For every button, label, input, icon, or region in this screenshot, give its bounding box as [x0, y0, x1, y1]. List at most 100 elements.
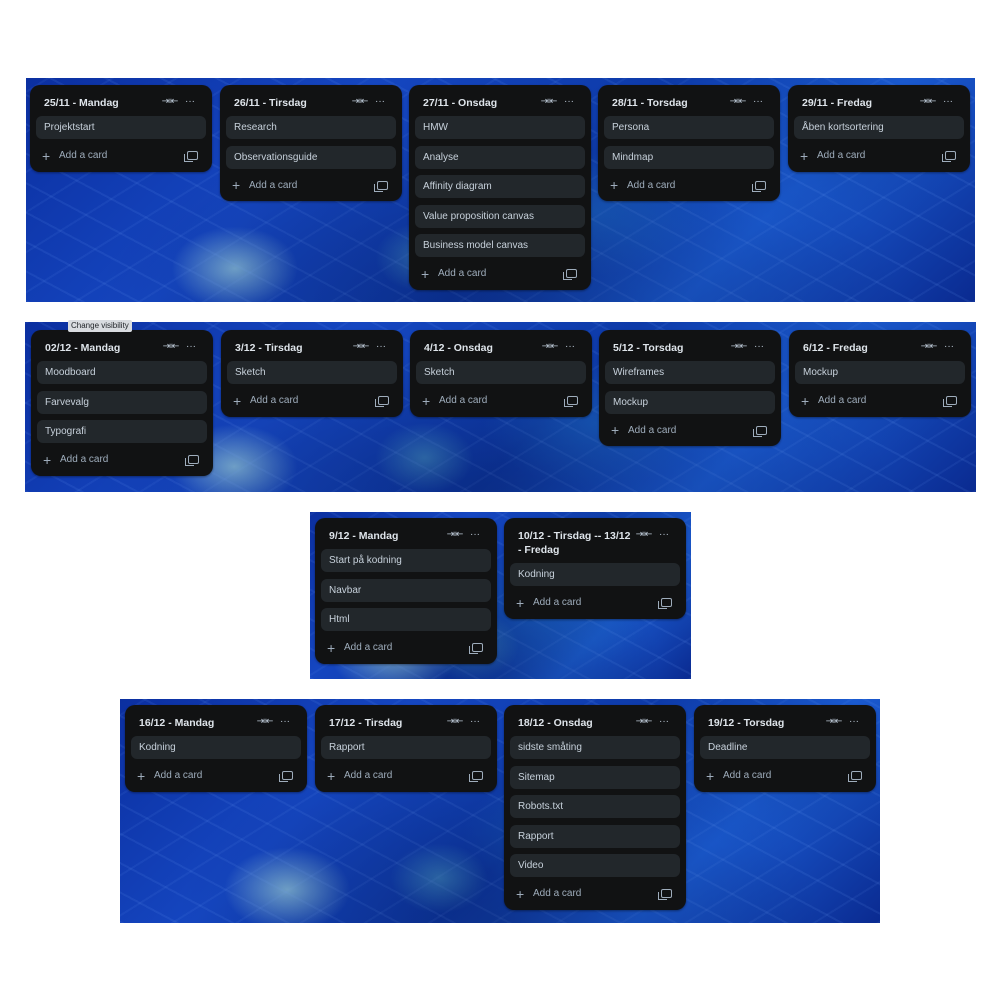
list-actions-icon[interactable]: ··· [938, 95, 958, 109]
list-actions-icon[interactable]: ··· [654, 528, 674, 542]
collapse-list-icon[interactable]: ⇥⇤ [824, 715, 844, 729]
list-title[interactable]: 10/12 - Tirsdag -- 13/12 - Fredag [518, 528, 634, 557]
card[interactable]: Persona [604, 116, 774, 139]
list-title[interactable]: 17/12 - Tirsdag [329, 715, 445, 730]
card[interactable]: Sketch [227, 361, 397, 384]
add-card-button[interactable]: Add a card [628, 425, 756, 436]
plus-icon[interactable]: + [327, 769, 341, 783]
card[interactable]: Research [226, 116, 396, 139]
collapse-list-icon[interactable]: ⇥⇤ [161, 340, 181, 354]
card[interactable]: Sitemap [510, 765, 680, 789]
list-column[interactable]: 25/11 - Mandag ⇥⇤ ··· Projektstart + Add a ca… [30, 85, 212, 172]
list-title[interactable]: 25/11 - Mandag [44, 95, 160, 110]
create-from-template-icon[interactable] [942, 151, 956, 162]
collapse-list-icon[interactable]: ⇥⇤ [445, 528, 465, 542]
card[interactable]: Farvevalg [37, 390, 207, 414]
card[interactable]: Observationsguide [226, 145, 396, 169]
create-from-template-icon[interactable] [753, 425, 767, 437]
add-card-button[interactable]: Add a card [438, 268, 566, 279]
create-from-template-icon[interactable] [185, 455, 199, 466]
list-actions-icon[interactable]: ··· [275, 715, 295, 729]
list-actions-icon[interactable]: ··· [844, 715, 864, 729]
plus-icon[interactable]: + [422, 394, 436, 408]
list-title[interactable]: 02/12 - Mandag [45, 340, 161, 355]
collapse-list-icon[interactable]: ⇥⇤ [634, 528, 654, 542]
list-column[interactable]: 17/12 - Tirsdag ⇥⇤ ··· Rapport + Add a card [315, 705, 497, 792]
list-title[interactable]: 26/11 - Tirsdag [234, 95, 350, 110]
card[interactable]: Kodning [131, 736, 301, 759]
collapse-list-icon[interactable]: ⇥⇤ [350, 95, 370, 109]
card[interactable]: Navbar [321, 578, 491, 602]
list-column[interactable]: 9/12 - Mandag ⇥⇤ ··· Start på kodning Navbar… [315, 518, 497, 664]
list-actions-icon[interactable]: ··· [939, 340, 959, 354]
list-actions-icon[interactable]: ··· [180, 95, 200, 109]
list-column[interactable]: 27/11 - Onsdag ⇥⇤ ··· HMW Analyse Affinity di… [409, 85, 591, 290]
create-from-template-icon[interactable] [469, 643, 483, 654]
card[interactable]: Rapport [321, 736, 491, 759]
list-column[interactable]: 29/11 - Fredag ⇥⇤ ··· Åben kortsortering + Ad… [788, 85, 970, 172]
collapse-list-icon[interactable]: ⇥⇤ [729, 340, 749, 354]
collapse-list-icon[interactable]: ⇥⇤ [160, 95, 180, 109]
add-card-button[interactable]: Add a card [817, 150, 945, 161]
add-card-button[interactable]: Add a card [59, 150, 187, 161]
add-card-button[interactable]: Add a card [344, 642, 472, 653]
create-from-template-icon[interactable] [563, 269, 577, 280]
list-actions-icon[interactable]: ··· [371, 340, 391, 354]
create-from-template-icon[interactable] [184, 151, 198, 162]
collapse-list-icon[interactable]: ⇥⇤ [539, 95, 559, 109]
create-from-template-icon[interactable] [943, 396, 957, 407]
create-from-template-icon[interactable] [848, 771, 862, 782]
collapse-list-icon[interactable]: ⇥⇤ [918, 95, 938, 109]
list-actions-icon[interactable]: ··· [465, 715, 485, 729]
add-card-button[interactable]: Add a card [818, 395, 946, 406]
card[interactable]: Projektstart [36, 116, 206, 139]
list-actions-icon[interactable]: ··· [654, 715, 674, 729]
create-from-template-icon[interactable] [279, 771, 293, 782]
list-title[interactable]: 16/12 - Mandag [139, 715, 255, 730]
list-actions-icon[interactable]: ··· [559, 95, 579, 109]
collapse-list-icon[interactable]: ⇥⇤ [255, 715, 275, 729]
card[interactable]: Analyse [415, 145, 585, 169]
list-column[interactable]: 18/12 - Onsdag ⇥⇤ ··· sidste småting Sitemap… [504, 705, 686, 910]
card[interactable]: Video [510, 854, 680, 877]
collapse-list-icon[interactable]: ⇥⇤ [919, 340, 939, 354]
list-actions-icon[interactable]: ··· [181, 340, 201, 354]
list-title[interactable]: 5/12 - Torsdag [613, 340, 729, 355]
card[interactable]: Åben kortsortering [794, 116, 964, 139]
card[interactable]: Rapport [510, 824, 680, 848]
plus-icon[interactable]: + [706, 769, 720, 783]
plus-icon[interactable]: + [43, 453, 57, 467]
list-title[interactable]: 3/12 - Tirsdag [235, 340, 351, 355]
create-from-template-icon[interactable] [752, 180, 766, 192]
list-column[interactable]: 3/12 - Tirsdag ⇥⇤ ··· Sketch + Add a card [221, 330, 403, 417]
add-card-button[interactable]: Add a card [533, 597, 661, 608]
list-column[interactable]: 02/12 - Mandag ⇥⇤ ··· Moodboard Farvevalg Typ… [31, 330, 213, 476]
collapse-list-icon[interactable]: ⇥⇤ [445, 715, 465, 729]
add-card-button[interactable]: Add a card [723, 770, 851, 781]
card[interactable]: Business model canvas [415, 234, 585, 257]
card[interactable]: Mindmap [604, 145, 774, 169]
card[interactable]: HMW [415, 116, 585, 139]
card[interactable]: Sketch [416, 361, 586, 384]
create-from-template-icon[interactable] [564, 396, 578, 407]
plus-icon[interactable]: + [516, 887, 530, 901]
card[interactable]: sidste småting [510, 736, 680, 759]
plus-icon[interactable]: + [137, 769, 151, 783]
list-title[interactable]: 18/12 - Onsdag [518, 715, 634, 730]
create-from-template-icon[interactable] [658, 598, 672, 609]
list-column[interactable]: 19/12 - Torsdag ⇥⇤ ··· Deadline + Add a card [694, 705, 876, 792]
list-column[interactable]: 5/12 - Torsdag ⇥⇤ ··· Wireframes Mockup + Add … [599, 330, 781, 446]
plus-icon[interactable]: + [327, 641, 341, 655]
plus-icon[interactable]: + [233, 394, 247, 408]
card[interactable]: Mockup [795, 361, 965, 384]
add-card-button[interactable]: Add a card [250, 395, 378, 406]
create-from-template-icon[interactable] [469, 771, 483, 782]
list-column[interactable]: 10/12 - Tirsdag -- 13/12 - Fredag ⇥⇤ ··· Ko… [504, 518, 686, 619]
card[interactable]: Robots.txt [510, 795, 680, 818]
plus-icon[interactable]: + [800, 149, 814, 163]
create-from-template-icon[interactable] [658, 889, 672, 900]
add-card-button[interactable]: Add a card [533, 888, 661, 899]
card[interactable]: Moodboard [37, 361, 207, 384]
list-column[interactable]: 4/12 - Onsdag ⇥⇤ ··· Sketch + Add a card [410, 330, 592, 417]
list-column[interactable]: 6/12 - Fredag ⇥⇤ ··· Mockup + Add a card [789, 330, 971, 417]
